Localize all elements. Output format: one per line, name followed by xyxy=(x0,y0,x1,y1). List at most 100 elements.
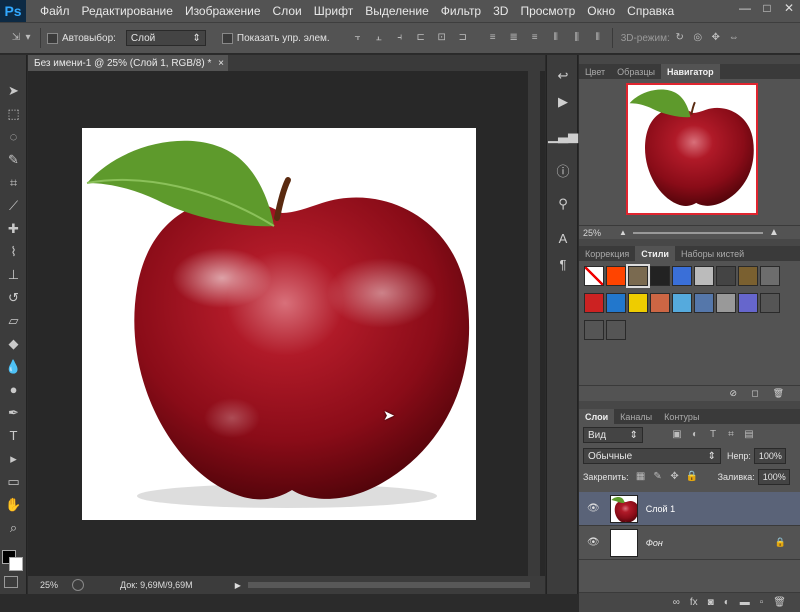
style-swatch[interactable] xyxy=(716,293,736,313)
filter-type-icon[interactable]: T xyxy=(707,429,719,441)
align-top-icon[interactable]: ⫟ xyxy=(352,32,364,44)
lasso-tool-icon[interactable]: ◌ xyxy=(0,125,27,148)
filter-pixel-icon[interactable]: ▣ xyxy=(671,429,683,441)
style-swatch[interactable] xyxy=(584,320,604,340)
pen-tool-icon[interactable]: ✒ xyxy=(0,401,27,424)
zoom-tool-icon[interactable]: ⌕ xyxy=(0,516,27,539)
tab-styles[interactable]: Стили xyxy=(635,246,675,261)
distribute-hcenter-icon[interactable]: ⫼ xyxy=(571,32,583,44)
path-selection-tool-icon[interactable]: ▸ xyxy=(0,447,27,470)
distribute-left-icon[interactable]: ⦀ xyxy=(550,32,562,44)
clone-stamp-tool-icon[interactable]: ⊥ xyxy=(0,263,27,286)
zoom-out-icon[interactable]: ▲ xyxy=(619,228,627,237)
maximize-button[interactable]: □ xyxy=(756,0,778,16)
document-tab[interactable]: Без имени-1 @ 25% (Слой 1, RGB/8) * × xyxy=(28,55,228,71)
horizontal-scrollbar[interactable] xyxy=(248,582,530,588)
menu-file[interactable]: Файл xyxy=(34,4,76,18)
rectangle-tool-icon[interactable]: ▭ xyxy=(0,470,27,493)
character-icon[interactable]: A xyxy=(547,225,579,251)
quick-select-tool-icon[interactable]: ✎ xyxy=(0,148,27,171)
zoom-slider[interactable] xyxy=(632,231,763,234)
fill-field[interactable]: 100% xyxy=(757,469,790,485)
style-swatch[interactable] xyxy=(738,266,758,286)
navigator-zoom-value[interactable]: 25% xyxy=(583,228,601,238)
style-swatch[interactable] xyxy=(606,266,626,286)
align-right-icon[interactable]: ⊐ xyxy=(457,32,469,44)
close-tab-icon[interactable]: × xyxy=(218,58,224,69)
vertical-scrollbar[interactable] xyxy=(528,71,540,576)
mask-icon[interactable]: ◙ xyxy=(708,597,714,608)
background-color-swatch[interactable] xyxy=(9,557,23,571)
layer-name[interactable]: Фон xyxy=(646,538,663,548)
delete-style-icon[interactable]: 🗑 xyxy=(773,388,784,399)
style-swatch[interactable] xyxy=(694,266,714,286)
menu-window[interactable]: Окно xyxy=(581,4,621,18)
tab-navigator[interactable]: Навигатор xyxy=(661,64,720,79)
lock-all-icon[interactable]: 🔒 xyxy=(686,471,698,483)
style-swatch[interactable] xyxy=(716,266,736,286)
blur-tool-icon[interactable]: 💧 xyxy=(0,355,27,378)
hand-tool-icon[interactable]: ✋ xyxy=(0,493,27,516)
eyedropper-tool-icon[interactable]: ⟋ xyxy=(0,194,27,217)
style-swatch[interactable] xyxy=(650,293,670,313)
style-swatch[interactable] xyxy=(738,293,758,313)
tab-channels[interactable]: Каналы xyxy=(614,409,658,424)
blend-mode-dropdown[interactable]: Обычные ⇕ xyxy=(583,448,721,464)
adjustment-icon[interactable]: ◐ xyxy=(724,597,730,608)
distribute-right-icon[interactable]: ⦀ xyxy=(592,32,604,44)
filter-shape-icon[interactable]: ⌗ xyxy=(725,429,737,441)
menu-image[interactable]: Изображение xyxy=(179,4,267,18)
eye-icon[interactable]: 👁 xyxy=(587,503,600,514)
paint-bucket-tool-icon[interactable]: ◆ xyxy=(0,332,27,355)
zoom-level[interactable]: 25% xyxy=(40,580,58,590)
history-brush-tool-icon[interactable]: ↺ xyxy=(0,286,27,309)
dodge-tool-icon[interactable]: ● xyxy=(0,378,27,401)
layer-name[interactable]: Слой 1 xyxy=(646,504,675,514)
new-layer-icon[interactable]: ▫ xyxy=(760,597,764,608)
3d-roll-icon[interactable]: ◎ xyxy=(692,32,704,44)
tab-paths[interactable]: Контуры xyxy=(658,409,705,424)
style-swatch[interactable] xyxy=(672,293,692,313)
layer-filter-dropdown[interactable]: Вид ⇕ xyxy=(583,427,643,443)
tab-color[interactable]: Цвет xyxy=(579,64,611,79)
style-swatch[interactable] xyxy=(760,293,780,313)
histogram-icon[interactable]: ▁▃▅ xyxy=(547,123,579,149)
group-icon[interactable]: ▬ xyxy=(740,597,750,608)
align-hcenter-icon[interactable]: ⊡ xyxy=(436,32,448,44)
3d-rotate-icon[interactable]: ↻ xyxy=(674,32,686,44)
menu-edit[interactable]: Редактирование xyxy=(76,4,179,18)
tab-swatches[interactable]: Образцы xyxy=(611,64,661,79)
lock-transparent-icon[interactable]: ▦ xyxy=(635,471,647,483)
3d-pan-icon[interactable]: ✥ xyxy=(710,32,722,44)
style-swatch[interactable] xyxy=(584,266,604,286)
lock-position-icon[interactable]: ✥ xyxy=(669,471,681,483)
menu-filter[interactable]: Фильтр xyxy=(435,4,487,18)
new-style-icon[interactable]: ◻ xyxy=(751,388,758,399)
quick-mask-icon[interactable] xyxy=(4,576,18,588)
minimize-button[interactable]: — xyxy=(734,0,756,16)
align-vcenter-icon[interactable]: ⫠ xyxy=(373,32,385,44)
show-transform-checkbox[interactable] xyxy=(221,32,233,44)
distribute-vcenter-icon[interactable]: ≣ xyxy=(508,32,520,44)
style-swatch[interactable] xyxy=(628,293,648,313)
crop-tool-icon[interactable]: ⌗ xyxy=(0,171,27,194)
fx-icon[interactable]: fx xyxy=(690,597,698,608)
lock-pixels-icon[interactable]: ✎ xyxy=(652,471,664,483)
layer-row-layer1[interactable]: 👁 Слой 1 xyxy=(579,492,800,526)
opacity-field[interactable]: 100% xyxy=(753,448,786,464)
actions-icon[interactable]: ▶ xyxy=(547,89,579,115)
eraser-tool-icon[interactable]: ▱ xyxy=(0,309,27,332)
marquee-tool-icon[interactable]: ⬚ xyxy=(0,102,27,125)
paragraph-icon[interactable]: ¶ xyxy=(547,251,579,277)
close-button[interactable]: ✕ xyxy=(778,0,800,16)
tab-brush-presets[interactable]: Наборы кистей xyxy=(675,246,750,261)
brush-tool-icon[interactable]: ⌇ xyxy=(0,240,27,263)
menu-select[interactable]: Выделение xyxy=(359,4,435,18)
autoselect-dropdown[interactable]: Слой ⇕ xyxy=(125,30,206,46)
history-icon[interactable]: ↩ xyxy=(547,63,579,89)
style-swatch[interactable] xyxy=(626,264,650,288)
layer-row-background[interactable]: 👁 Фон 🔒 xyxy=(579,526,800,560)
tab-layers[interactable]: Слои xyxy=(579,409,615,424)
trash-icon[interactable]: 🗑 xyxy=(773,597,786,608)
share-icon[interactable] xyxy=(72,579,85,591)
